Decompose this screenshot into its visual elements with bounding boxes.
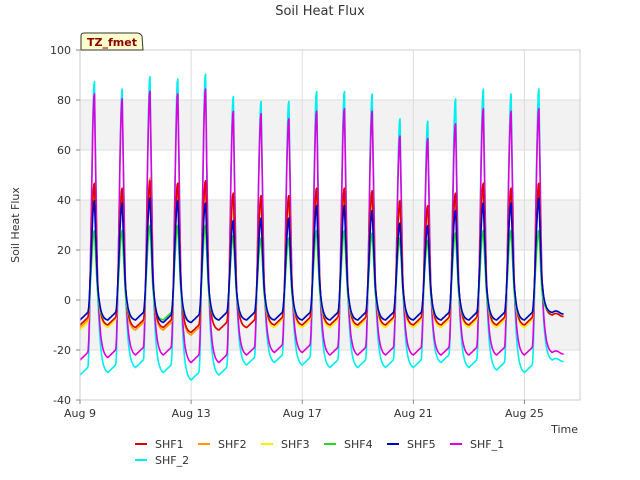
y-tick-label: 40	[57, 194, 71, 207]
x-tick-label: Aug 25	[505, 407, 544, 420]
legend-label: SHF4	[344, 438, 373, 451]
legend-label: SHF3	[281, 438, 310, 451]
y-tick-label: -20	[53, 344, 71, 357]
x-tick-label: Aug 21	[394, 407, 433, 420]
legend-label: SHF5	[407, 438, 436, 451]
background-band	[80, 250, 580, 300]
site-label: TZ_fmet	[87, 36, 137, 49]
legend-label: SHF1	[155, 438, 184, 451]
background-band	[80, 200, 580, 250]
y-tick-label: 0	[64, 294, 71, 307]
y-tick-label: 80	[57, 94, 71, 107]
background-band	[80, 50, 580, 100]
y-axis-label: Soil Heat Flux	[9, 187, 22, 263]
background-band	[80, 150, 580, 200]
y-axis-ticks: -40 -20 0 20 40 60 80 100	[50, 44, 80, 407]
y-tick-label: -40	[53, 394, 71, 407]
x-tick-label: Aug 13	[172, 407, 211, 420]
background-band	[80, 100, 580, 150]
y-tick-label: 20	[57, 244, 71, 257]
x-tick-label: Aug 9	[64, 407, 96, 420]
x-axis-ticks: Aug 9 Aug 13 Aug 17 Aug 21 Aug 25	[64, 400, 544, 420]
x-axis-label: Time	[550, 423, 578, 436]
y-tick-label: 100	[50, 44, 71, 57]
chart-title: Soil Heat Flux	[275, 4, 365, 19]
y-tick-label: 60	[57, 144, 71, 157]
x-tick-label: Aug 17	[283, 407, 322, 420]
legend: SHF1 SHF2 SHF3 SHF4 SHF5 SHF_1 SHF_2	[135, 438, 504, 467]
soil-heat-flux-chart: Soil Heat Flux -40-20020406080100 Aug 9A…	[9, 4, 581, 467]
legend-label: SHF_1	[470, 438, 504, 451]
site-label-badge: TZ_fmet	[80, 32, 144, 51]
legend-label: SHF_2	[155, 454, 189, 467]
legend-label: SHF2	[218, 438, 247, 451]
